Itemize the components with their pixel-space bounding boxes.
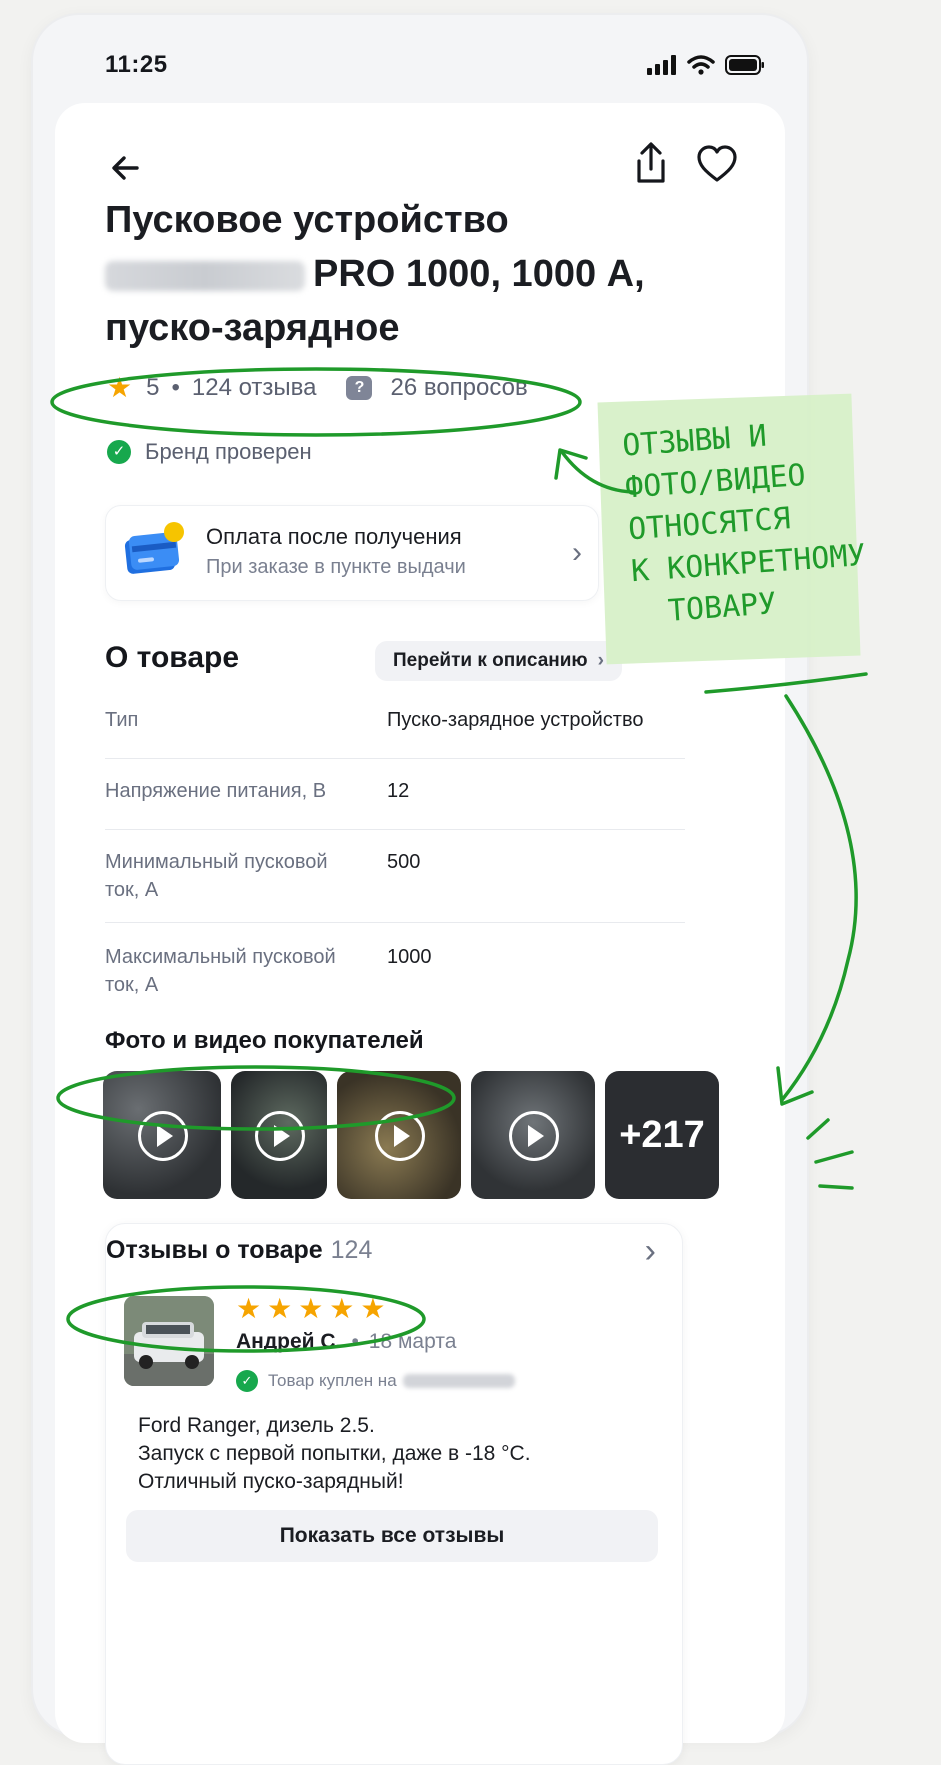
wifi-icon bbox=[687, 55, 715, 75]
reviews-heading-label: Отзывы о товаре bbox=[106, 1236, 323, 1264]
status-bar: 11:25 bbox=[33, 15, 807, 105]
review-date-sep: • bbox=[351, 1330, 359, 1353]
spec-label: Максимальный пусковой ток, А bbox=[105, 946, 336, 996]
review-text-line: Отличный пуско-зарядный! bbox=[138, 1470, 404, 1493]
chevron-right-icon: › bbox=[597, 650, 604, 671]
payment-subtitle: При заказе в пункте выдачи bbox=[206, 556, 466, 578]
reviews-card: Отзывы о товаре 124 › ★★★★★ Андрей С. • 18 … bbox=[105, 1223, 683, 1765]
rating-row[interactable]: ★ 5 • 124 отзыва ? 26 вопросов bbox=[107, 371, 528, 404]
product-title: Пусковое устройство PRO 1000, 1000 А, пу… bbox=[105, 193, 735, 355]
title-line-3: пуско-зарядное bbox=[105, 307, 400, 349]
goto-description-button[interactable]: Перейти к описанию › bbox=[375, 641, 622, 681]
payment-title: Оплата после получения bbox=[206, 524, 462, 549]
reviews-count: 124 bbox=[330, 1236, 373, 1264]
show-all-reviews-button[interactable]: Показать все отзывы bbox=[126, 1510, 658, 1562]
spec-row-voltage: Напряжение питания, В 12 bbox=[105, 777, 685, 830]
review-text-line: Запуск с первой попытки, даже в -18 °C. bbox=[138, 1442, 531, 1465]
credit-card-icon bbox=[124, 522, 184, 574]
back-arrow-icon[interactable] bbox=[107, 148, 147, 188]
review-author-line: Андрей С. • 18 марта bbox=[236, 1330, 456, 1354]
phone-frame: 11:25 Пусковое устройство PRO 1000, 1000… bbox=[33, 15, 807, 1765]
media-thumb[interactable] bbox=[337, 1071, 461, 1199]
media-thumb[interactable] bbox=[103, 1071, 221, 1199]
chevron-right-icon[interactable]: › bbox=[645, 1232, 656, 1271]
about-heading: О товаре bbox=[105, 641, 240, 674]
battery-icon bbox=[725, 55, 764, 75]
brand-verified-row: ✓ Бренд проверен bbox=[107, 439, 312, 465]
star-icon: ★ bbox=[107, 372, 133, 403]
spec-label: Минимальный пусковой ток, А bbox=[105, 851, 328, 901]
reviews-count-link[interactable]: 124 отзыва bbox=[192, 374, 317, 402]
separator-dot: • bbox=[171, 373, 180, 401]
emphasis-mark bbox=[806, 1118, 830, 1140]
product-card: Пусковое устройство PRO 1000, 1000 А, пу… bbox=[55, 103, 785, 1765]
spec-row-min-current: Минимальный пусковой ток, А 500 bbox=[105, 848, 685, 923]
review-text: Ford Ranger, дизель 2.5. Запуск с первой… bbox=[138, 1412, 531, 1496]
spec-value: 12 bbox=[387, 780, 410, 802]
emphasis-mark bbox=[814, 1150, 854, 1164]
question-icon: ? bbox=[346, 375, 373, 400]
review-text-line: Ford Ranger, дизель 2.5. bbox=[138, 1414, 375, 1437]
payment-after-receipt-card[interactable]: Оплата после получения При заказе в пунк… bbox=[105, 505, 599, 601]
play-icon bbox=[255, 1111, 305, 1161]
spec-label: Тип bbox=[105, 709, 139, 731]
play-icon bbox=[509, 1111, 559, 1161]
goto-description-label: Перейти к описанию bbox=[393, 650, 588, 671]
emphasis-mark bbox=[818, 1184, 854, 1190]
media-thumb[interactable] bbox=[471, 1071, 595, 1199]
review-date: 18 марта bbox=[368, 1330, 457, 1353]
favorite-heart-icon[interactable] bbox=[695, 143, 739, 185]
reviews-heading[interactable]: Отзывы о товаре 124 bbox=[106, 1236, 372, 1265]
title-line-2-text: PRO 1000, 1000 А, bbox=[313, 253, 645, 295]
review-author: Андрей С. bbox=[236, 1330, 342, 1353]
blurred-brand-name bbox=[105, 260, 305, 291]
reviewer-avatar bbox=[124, 1296, 214, 1386]
share-icon[interactable] bbox=[631, 141, 671, 187]
blurred-marketplace-name bbox=[402, 1374, 515, 1388]
media-strip: +217 bbox=[103, 1071, 719, 1199]
purchase-verified-row: ✓ Товар куплен на bbox=[236, 1370, 515, 1392]
verified-check-icon: ✓ bbox=[236, 1370, 258, 1392]
media-heading: Фото и видео покупателей bbox=[105, 1027, 424, 1054]
spec-value: 500 bbox=[387, 851, 421, 873]
spec-label: Напряжение питания, В bbox=[105, 780, 327, 802]
media-more-thumb[interactable]: +217 bbox=[605, 1071, 719, 1199]
car-photo bbox=[124, 1296, 214, 1386]
signal-icon bbox=[647, 55, 676, 75]
spec-row-max-current: Максимальный пусковой ток, А 1000 bbox=[105, 943, 685, 1003]
media-thumb[interactable] bbox=[231, 1071, 327, 1199]
play-icon bbox=[138, 1111, 188, 1161]
rating-value: 5 bbox=[146, 373, 160, 401]
title-line-2: PRO 1000, 1000 А, bbox=[105, 247, 735, 301]
brand-verified-label: Бренд проверен bbox=[145, 439, 312, 464]
title-line-1: Пусковое устройство bbox=[105, 199, 509, 241]
status-icons bbox=[647, 55, 765, 75]
questions-count-link[interactable]: 26 вопросов bbox=[390, 374, 527, 402]
chevron-right-icon: › bbox=[572, 536, 582, 569]
spec-row-type: Тип Пуско-зарядное устройство bbox=[105, 706, 685, 759]
spec-value: 1000 bbox=[387, 946, 432, 968]
spec-value: Пуско-зарядное устройство bbox=[387, 709, 644, 731]
play-icon bbox=[375, 1111, 425, 1161]
verified-check-icon: ✓ bbox=[107, 440, 131, 464]
review-stars: ★★★★★ bbox=[236, 1293, 392, 1324]
annotation-text: ОТЗЫВЫ И ФОТО/ВИДЕО ОТНОСЯТСЯ К КОНКРЕТН… bbox=[621, 407, 905, 635]
bought-label: Товар куплен на bbox=[268, 1371, 397, 1390]
status-time: 11:25 bbox=[105, 51, 168, 78]
